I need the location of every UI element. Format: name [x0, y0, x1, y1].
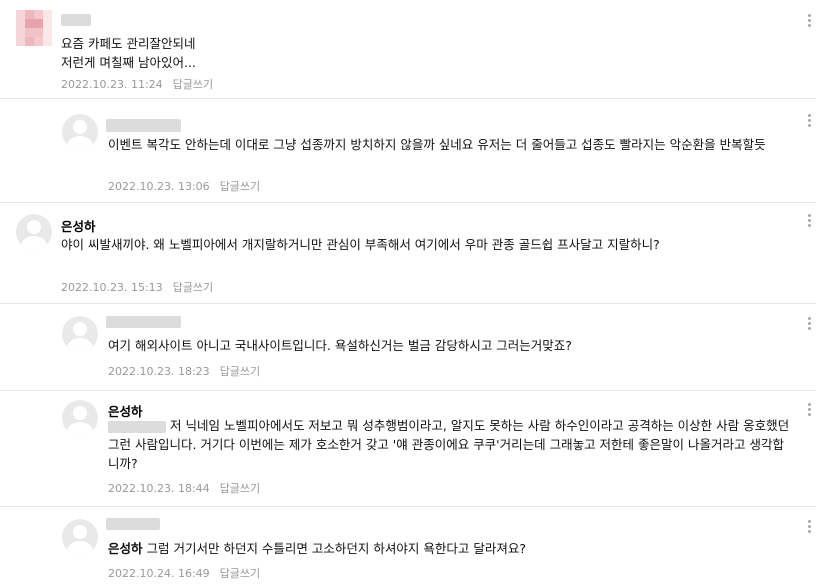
comment-text: 야이 씨발새끼야. 왜 노벨피아에서 개지랄하거니만 관심이 부족해서 여기에서…	[61, 237, 660, 252]
more-options-icon[interactable]	[808, 317, 812, 331]
redacted-nickname[interactable]	[106, 518, 160, 530]
comment-date: 2022.10.23. 13:06	[108, 180, 210, 193]
comment-date: 2022.10.23. 18:23	[108, 365, 210, 378]
comment-meta: 2022.10.23. 13:06 답글쓰기	[108, 178, 260, 194]
reply-link[interactable]: 답글쓰기	[173, 78, 213, 91]
avatar[interactable]	[62, 519, 98, 555]
comment-text: 요즘 카페도 관리잘안되네 저런게 며칠째 남아있어...	[61, 36, 196, 70]
comment-item: 은성하 그럼 거기서만 하던지 수틀리면 고소하던지 하셔야지 욕한다고 달라져…	[0, 507, 829, 587]
more-options-icon[interactable]	[808, 520, 812, 534]
comment-meta: 2022.10.23. 15:13 답글쓰기	[61, 279, 213, 295]
more-options-icon[interactable]	[808, 403, 812, 417]
comment-item: 이벤트 복각도 안하는데 이대로 그냥 섭종까지 방치하지 않을까 싶네요 유저…	[0, 99, 829, 202]
redacted-nickname[interactable]	[106, 316, 181, 328]
reply-link[interactable]: 답글쓰기	[220, 482, 260, 495]
comment-date: 2022.10.24. 16:49	[108, 567, 210, 580]
more-options-icon[interactable]	[808, 114, 812, 128]
avatar[interactable]	[62, 114, 98, 150]
avatar[interactable]	[62, 400, 98, 436]
avatar[interactable]	[16, 214, 52, 250]
avatar[interactable]	[62, 316, 98, 352]
reply-link[interactable]: 답글쓰기	[220, 365, 260, 378]
redacted-nickname[interactable]	[61, 14, 91, 26]
comment-text: 여기 해외사이트 아니고 국내사이트입니다. 욕설하신거는 벌금 감당하시고 그…	[108, 338, 572, 353]
comment-meta: 2022.10.24. 16:49 답글쓰기	[108, 565, 260, 581]
comment-item: 은성하 저 닉네임 노벨피아에서도 저보고 뭐 성추행범이라고, 알지도 못하는…	[0, 391, 829, 506]
more-options-icon[interactable]	[808, 14, 812, 28]
comment-body: 그럼 거기서만 하던지 수틀리면 고소하던지 하셔야지 욕한다고 달라져요?	[146, 541, 526, 556]
comment-date: 2022.10.23. 11:24	[61, 78, 163, 91]
reply-link[interactable]: 답글쓰기	[173, 281, 213, 294]
comment-meta: 2022.10.23. 18:44 답글쓰기	[108, 480, 260, 496]
comment-text: 이벤트 복각도 안하는데 이대로 그냥 섭종까지 방치하지 않을까 싶네요 유저…	[108, 137, 766, 152]
reply-link[interactable]: 답글쓰기	[220, 567, 260, 580]
comment-item: 은성하 야이 씨발새끼야. 왜 노벨피아에서 개지랄하거니만 관심이 부족해서 …	[0, 203, 829, 303]
comment-text: 은성하 그럼 거기서만 하던지 수틀리면 고소하던지 하셔야지 욕한다고 달라져…	[108, 539, 794, 558]
comment-date: 2022.10.23. 18:44	[108, 482, 210, 495]
comment-meta: 2022.10.23. 18:23 답글쓰기	[108, 363, 260, 379]
more-options-icon[interactable]	[808, 214, 812, 228]
avatar[interactable]	[16, 10, 52, 46]
reply-link[interactable]: 답글쓰기	[220, 180, 260, 193]
comment-text: 저 닉네임 노벨피아에서도 저보고 뭐 성추행범이라고, 알지도 못하는 사람 …	[108, 418, 790, 471]
comment-date: 2022.10.23. 15:13	[61, 281, 163, 294]
mention-name[interactable]: 은성하	[108, 541, 143, 556]
comment-item: 여기 해외사이트 아니고 국내사이트입니다. 욕설하신거는 벌금 감당하시고 그…	[0, 304, 829, 390]
comment-meta: 2022.10.23. 11:24 답글쓰기	[61, 76, 213, 92]
comment-item: 요즘 카페도 관리잘안되네 저런게 며칠째 남아있어... 2022.10.23…	[0, 0, 829, 98]
comment-author[interactable]: 은성하	[61, 216, 96, 235]
redacted-nickname[interactable]	[106, 119, 181, 132]
